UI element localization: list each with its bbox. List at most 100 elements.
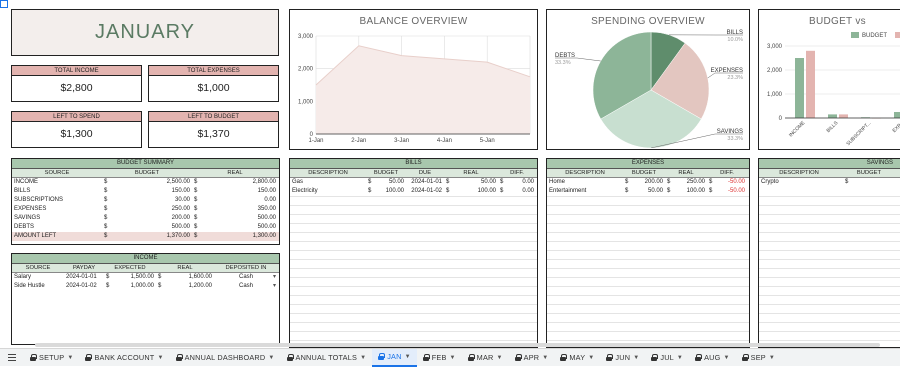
table-cell[interactable]: $ (498, 187, 510, 196)
table-cell[interactable]: -50.00 (719, 178, 747, 187)
table-cell[interactable]: Side Hustle (12, 282, 64, 291)
table-cell[interactable]: 100.00 (677, 187, 707, 196)
table-cell[interactable]: 1,200.00 (168, 282, 214, 291)
table-cell[interactable]: 150.00 (112, 187, 192, 196)
table-cell[interactable]: $ (707, 178, 719, 187)
table-cell[interactable]: $ (843, 178, 863, 187)
sheet-tab[interactable]: ANNUAL TOTALS▼ (281, 349, 373, 367)
table-cell[interactable]: Home (547, 178, 623, 187)
table-cell[interactable]: AMOUNT LEFT (12, 232, 102, 241)
table-cell[interactable]: INCOME (12, 178, 102, 187)
table-cell[interactable]: $ (623, 187, 635, 196)
table-cell[interactable]: Crypto (759, 178, 843, 187)
table-cell[interactable]: $ (102, 178, 112, 187)
table-cell[interactable]: 50.00 (635, 187, 665, 196)
chevron-down-icon[interactable]: ▼ (157, 355, 163, 361)
table-cell[interactable]: $ (102, 205, 112, 214)
chevron-down-icon[interactable]: ▼ (405, 354, 411, 360)
table-cell[interactable]: -50.00 (719, 187, 747, 196)
table-cell[interactable]: $ (192, 187, 202, 196)
chevron-down-icon[interactable]: ▼ (497, 355, 503, 361)
table-cell[interactable]: $ (192, 214, 202, 223)
table-cell[interactable]: 1,000.00 (116, 282, 156, 291)
table-cell[interactable]: 150.00 (202, 187, 278, 196)
table-cell[interactable]: 30.00 (112, 196, 192, 205)
table-cell[interactable]: $ (444, 187, 458, 196)
table-cell[interactable]: Cash (214, 273, 278, 282)
table-cell[interactable]: $ (192, 196, 202, 205)
table-cell[interactable]: $ (665, 187, 677, 196)
chevron-down-icon[interactable]: ▼ (542, 355, 548, 361)
table-cell[interactable]: 500.00 (112, 223, 192, 232)
table-cell[interactable]: SUBSCRIPTIONS (12, 196, 102, 205)
budget-vs-real-chart[interactable]: BUDGET vs 01,0002,0003,000INCOMEBILLSSUB… (758, 9, 900, 150)
table-cell[interactable]: $ (192, 178, 202, 187)
table-cell[interactable]: 200.00 (635, 178, 665, 187)
all-sheets-menu-icon[interactable] (0, 349, 24, 367)
table-cell[interactable]: $ (192, 223, 202, 232)
table-cell[interactable]: 350.00 (202, 205, 278, 214)
sheet-tab[interactable]: SEP▼ (736, 349, 781, 367)
sheet-tab[interactable]: JAN▼ (372, 349, 417, 367)
sheet-tab[interactable]: AUG▼ (689, 349, 736, 367)
table-cell[interactable]: 100.00 (458, 187, 498, 196)
table-cell[interactable]: $ (366, 178, 378, 187)
table-cell[interactable]: $ (444, 178, 458, 187)
table-cell[interactable]: 2,800.00 (202, 178, 278, 187)
sheet-tab[interactable]: FEB▼ (417, 349, 462, 367)
spending-overview-chart[interactable]: SPENDING OVERVIEW BILLS10.0%EXPENSES23.3… (546, 9, 750, 150)
table-cell[interactable]: 0.00 (202, 196, 278, 205)
table-cell[interactable]: $ (102, 223, 112, 232)
chevron-down-icon[interactable]: ▼ (769, 355, 775, 361)
table-cell[interactable]: 1,500.00 (116, 273, 156, 282)
table-cell[interactable]: EXPENSES (12, 205, 102, 214)
table-cell[interactable]: $ (102, 187, 112, 196)
table-cell[interactable]: 200.00 (112, 214, 192, 223)
table-cell[interactable]: $ (665, 178, 677, 187)
table-cell[interactable]: 250.00 (112, 205, 192, 214)
table-cell[interactable]: 2,500.00 (112, 178, 192, 187)
spreadsheet-canvas[interactable]: JANUARY TOTAL INCOME $2,800 TOTAL EXPENS… (0, 0, 900, 348)
table-cell[interactable]: $ (192, 232, 202, 241)
table-cell[interactable]: 2024-01-02 (64, 282, 104, 291)
chevron-down-icon[interactable]: ▼ (268, 355, 274, 361)
table-cell[interactable]: 0.00 (510, 178, 536, 187)
sheet-tab[interactable]: JUL▼ (645, 349, 689, 367)
table-cell[interactable]: $ (104, 282, 116, 291)
chevron-down-icon[interactable]: ▼ (723, 355, 729, 361)
table-cell[interactable]: $ (498, 178, 510, 187)
table-cell[interactable]: $ (102, 196, 112, 205)
chevron-down-icon[interactable]: ▼ (67, 355, 73, 361)
sheet-tab[interactable]: BANK ACCOUNT▼ (79, 349, 169, 367)
table-cell[interactable]: Cash (214, 282, 278, 291)
table-cell[interactable]: $ (102, 232, 112, 241)
table-cell[interactable]: 2024-01-01 (406, 178, 444, 187)
chevron-down-icon[interactable]: ▼ (450, 355, 456, 361)
table-cell[interactable]: 50.00 (458, 178, 498, 187)
table-cell[interactable]: $ (156, 273, 168, 282)
table-cell[interactable]: BILLS (12, 187, 102, 196)
table-cell[interactable]: $ (366, 187, 378, 196)
table-cell[interactable]: Entertainment (547, 187, 623, 196)
table-cell[interactable]: 250.00 (677, 178, 707, 187)
table-cell[interactable]: 500.00 (202, 214, 278, 223)
chevron-down-icon[interactable]: ▼ (633, 355, 639, 361)
table-cell[interactable]: Electricity (290, 187, 366, 196)
table-cell[interactable]: Gas (290, 178, 366, 187)
table-cell[interactable]: 2024-01-01 (64, 273, 104, 282)
table-cell[interactable]: $ (104, 273, 116, 282)
horizontal-scrollbar[interactable] (35, 343, 880, 347)
balance-overview-chart[interactable]: BALANCE OVERVIEW 01,0002,0003,0001-Jan2-… (289, 9, 538, 150)
table-cell[interactable]: 500.00 (202, 223, 278, 232)
table-cell[interactable]: 100.00 (378, 187, 406, 196)
sheet-tab[interactable]: SETUP▼ (24, 349, 79, 367)
sheet-tab[interactable]: MAR▼ (462, 349, 509, 367)
table-cell[interactable]: 0.00 (510, 187, 536, 196)
table-cell[interactable]: DEBTS (12, 223, 102, 232)
table-cell[interactable]: $ (707, 187, 719, 196)
table-cell[interactable]: Salary (12, 273, 64, 282)
sheet-tab[interactable]: MAY▼ (554, 349, 600, 367)
table-cell[interactable]: $ (156, 282, 168, 291)
table-cell[interactable]: 1,600.00 (168, 273, 214, 282)
table-cell[interactable]: 50.00 (378, 178, 406, 187)
